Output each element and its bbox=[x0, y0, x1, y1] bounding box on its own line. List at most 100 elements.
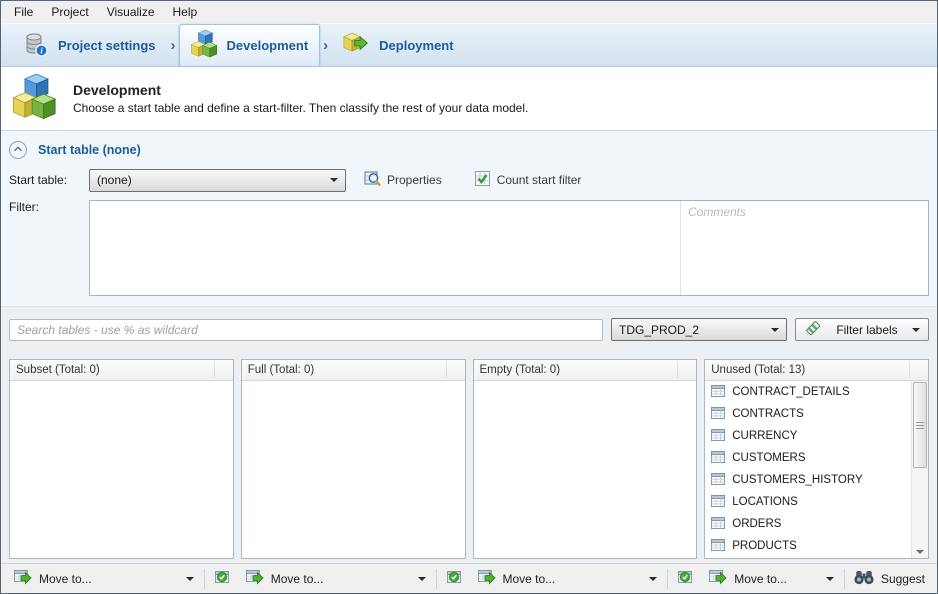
section-title: Start table (none) bbox=[38, 143, 141, 157]
menu-visualize[interactable]: Visualize bbox=[98, 2, 164, 22]
toolbar-separator bbox=[436, 569, 437, 589]
panel-unused: Unused (Total: 13) CONTRACT_DETAILS CONT… bbox=[704, 359, 929, 559]
move-to-dropdown-subset[interactable]: Move to... bbox=[9, 568, 199, 590]
move-to-label: Move to... bbox=[39, 572, 92, 586]
breadcrumb-label: Development bbox=[227, 38, 309, 53]
scrollbar-grip bbox=[916, 425, 924, 426]
classification-panels: Subset (Total: 0) Full (Total: 0) Empty … bbox=[1, 352, 937, 563]
suggest-label: Suggest bbox=[881, 572, 925, 586]
cubes-icon bbox=[191, 30, 218, 61]
table-icon bbox=[711, 473, 725, 488]
count-start-filter-button[interactable]: Count start filter bbox=[470, 168, 586, 192]
breadcrumb-label: Project settings bbox=[58, 38, 156, 53]
chevron-down-icon bbox=[418, 577, 426, 581]
filter-input[interactable] bbox=[90, 201, 680, 295]
scrollbar-thumb[interactable] bbox=[913, 382, 927, 468]
panel-empty-header[interactable]: Empty (Total: 0) bbox=[474, 360, 697, 381]
panel-full-header[interactable]: Full (Total: 0) bbox=[242, 360, 465, 381]
table-icon bbox=[711, 451, 725, 466]
apply-check-button-empty[interactable] bbox=[673, 568, 697, 590]
move-to-label: Move to... bbox=[271, 572, 324, 586]
scrollbar-down-arrow[interactable] bbox=[912, 550, 928, 554]
move-to-label: Move to... bbox=[734, 572, 787, 586]
apply-check-button-subset[interactable] bbox=[210, 568, 234, 590]
list-item[interactable]: CONTRACTS bbox=[705, 403, 911, 425]
table-icon bbox=[711, 385, 725, 400]
menu-file[interactable]: File bbox=[5, 2, 42, 22]
start-table-label: Start table: bbox=[9, 173, 89, 187]
menu-bar: File Project Visualize Help bbox=[1, 1, 937, 23]
list-item[interactable]: CUSTOMERS bbox=[705, 447, 911, 469]
search-tables-input[interactable] bbox=[9, 319, 603, 341]
workflow-bar: i Project settings › Development › bbox=[1, 23, 937, 67]
footer-group-empty: Move to... bbox=[473, 568, 698, 590]
chevron-right-icon: › bbox=[171, 37, 176, 54]
package-icon bbox=[343, 31, 370, 60]
column-divider bbox=[677, 362, 678, 378]
menu-help[interactable]: Help bbox=[164, 2, 207, 22]
start-table-dropdown[interactable]: (none) bbox=[89, 169, 346, 192]
list-item[interactable]: ORDERS bbox=[705, 513, 911, 535]
start-table-dropdown-value: (none) bbox=[97, 173, 132, 187]
table-name: CUSTOMERS bbox=[732, 452, 805, 464]
table-name: CUSTOMERS_HISTORY bbox=[732, 474, 862, 486]
move-to-dropdown-unused[interactable]: Move to... bbox=[704, 568, 839, 590]
panel-unused-list: CONTRACT_DETAILS CONTRACTS CURRENCY CUST… bbox=[705, 381, 928, 558]
grid-check-icon bbox=[474, 170, 491, 190]
move-to-dropdown-full[interactable]: Move to... bbox=[241, 568, 431, 590]
move-to-dropdown-empty[interactable]: Move to... bbox=[473, 568, 663, 590]
vertical-scrollbar[interactable] bbox=[911, 381, 928, 558]
breadcrumb-project-settings[interactable]: i Project settings bbox=[11, 25, 168, 66]
table-name: CURRENCY bbox=[732, 430, 797, 442]
toolbar-separator bbox=[844, 569, 845, 589]
table-icon bbox=[711, 495, 725, 510]
schema-dropdown-value: TDG_PROD_2 bbox=[619, 323, 699, 337]
chevron-down-icon bbox=[771, 328, 779, 332]
table-icon bbox=[711, 539, 725, 554]
properties-icon bbox=[364, 170, 381, 190]
schema-dropdown[interactable]: TDG_PROD_2 bbox=[611, 318, 787, 341]
properties-label: Properties bbox=[387, 173, 442, 187]
list-item[interactable]: CONTRACT_DETAILS bbox=[705, 381, 911, 403]
list-item[interactable]: CURRENCY bbox=[705, 425, 911, 447]
panel-empty-list[interactable] bbox=[474, 381, 697, 558]
table-name: ORDERS bbox=[732, 518, 781, 530]
filter-labels-dropdown[interactable]: Filter labels bbox=[795, 318, 929, 341]
chevron-down-icon bbox=[330, 178, 338, 182]
panel-full-list[interactable] bbox=[242, 381, 465, 558]
suggest-button[interactable]: Suggest bbox=[850, 568, 929, 590]
filter-labels-label: Filter labels bbox=[830, 323, 904, 337]
list-item-partial[interactable] bbox=[705, 557, 911, 558]
app-window: File Project Visualize Help i Project se… bbox=[0, 0, 938, 594]
footer-toolbar: Move to... bbox=[1, 563, 937, 593]
table-move-icon bbox=[246, 569, 264, 588]
table-name: CONTRACT_DETAILS bbox=[732, 386, 849, 398]
panel-full: Full (Total: 0) bbox=[241, 359, 466, 559]
comments-input[interactable] bbox=[680, 201, 928, 295]
properties-button[interactable]: Properties bbox=[360, 168, 446, 192]
table-icon bbox=[711, 517, 725, 532]
chevron-down-icon bbox=[826, 577, 834, 581]
page-header: Development Choose a start table and def… bbox=[1, 67, 937, 131]
breadcrumb-deployment[interactable]: Deployment bbox=[331, 25, 465, 66]
count-start-filter-label: Count start filter bbox=[497, 173, 582, 187]
list-item[interactable]: PRODUCTS bbox=[705, 535, 911, 557]
list-item[interactable]: CUSTOMERS_HISTORY bbox=[705, 469, 911, 491]
collapse-section-button[interactable] bbox=[9, 141, 27, 159]
chevron-down-icon bbox=[649, 577, 657, 581]
breadcrumb-development[interactable]: Development bbox=[179, 24, 321, 67]
filter-box bbox=[89, 200, 929, 296]
menu-project[interactable]: Project bbox=[42, 2, 97, 22]
table-move-icon bbox=[709, 569, 727, 588]
apply-check-button-full[interactable] bbox=[442, 568, 466, 590]
chevron-down-icon bbox=[912, 328, 920, 332]
column-divider bbox=[214, 362, 215, 378]
list-item[interactable]: LOCATIONS bbox=[705, 491, 911, 513]
toolbar-separator bbox=[204, 569, 205, 589]
table-move-icon bbox=[14, 569, 32, 588]
column-divider bbox=[446, 362, 447, 378]
panel-subset-header[interactable]: Subset (Total: 0) bbox=[10, 360, 233, 381]
panel-subset-list[interactable] bbox=[10, 381, 233, 558]
move-to-label: Move to... bbox=[503, 572, 556, 586]
panel-unused-header[interactable]: Unused (Total: 13) bbox=[705, 360, 928, 381]
